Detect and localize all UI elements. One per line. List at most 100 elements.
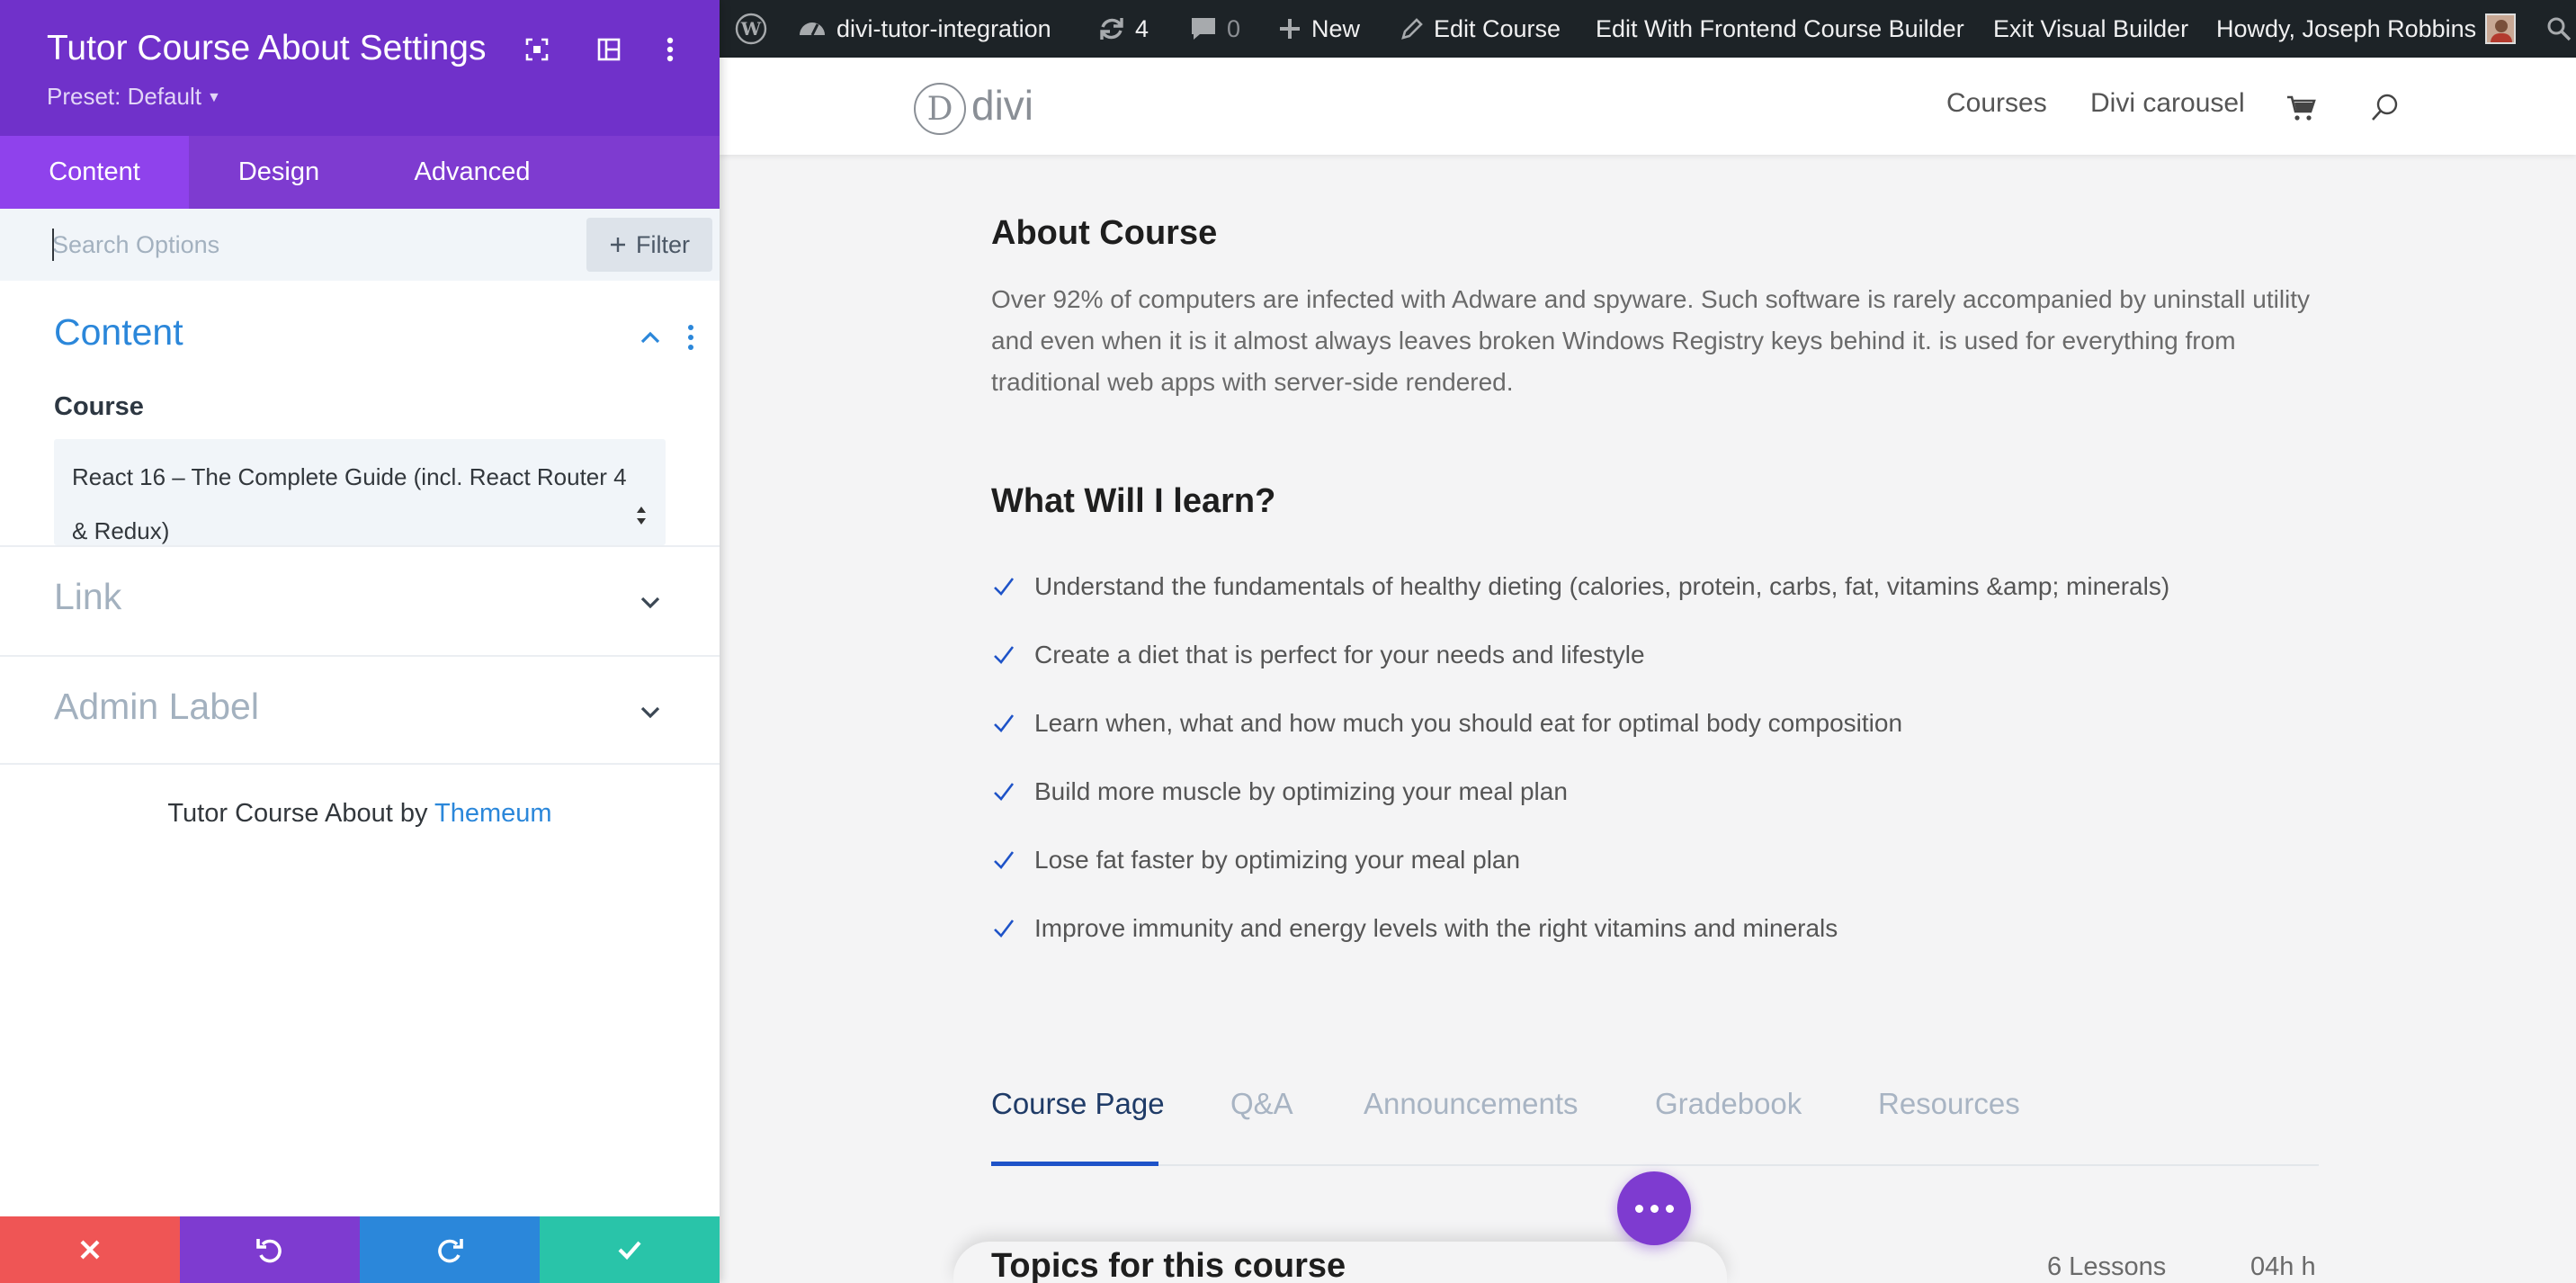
refresh-icon bbox=[1100, 18, 1123, 40]
chevron-down-icon[interactable] bbox=[635, 696, 666, 727]
redo-button[interactable] bbox=[360, 1216, 540, 1283]
course-field-label: Course bbox=[54, 392, 144, 421]
check-icon bbox=[994, 783, 1015, 801]
list-item: Improve immunity and energy levels with … bbox=[991, 914, 1838, 943]
check-icon bbox=[994, 578, 1015, 596]
divider bbox=[0, 655, 720, 657]
preset-label: Preset: Default bbox=[47, 83, 201, 110]
site-name: divi-tutor-integration bbox=[836, 14, 1051, 42]
edit-course-link[interactable]: Edit Course bbox=[1400, 0, 1561, 58]
divider bbox=[0, 763, 720, 765]
wp-admin-bar: W divi-tutor-integration 4 0 New Edit Co… bbox=[720, 0, 2576, 58]
section-admin-label-title[interactable]: Admin Label bbox=[54, 686, 259, 728]
chevron-up-icon[interactable] bbox=[635, 322, 666, 353]
comments-count: 0 bbox=[1227, 14, 1241, 42]
pencil-icon bbox=[1401, 18, 1423, 40]
panel-header: Tutor Course About Settings Preset: Defa… bbox=[0, 0, 720, 136]
credit-link[interactable]: Themeum bbox=[434, 799, 552, 828]
updates-count: 4 bbox=[1135, 14, 1149, 42]
check-icon bbox=[994, 646, 1015, 664]
about-course-text: Over 92% of computers are infected with … bbox=[991, 285, 2311, 396]
learn-item-text: Create a diet that is perfect for your n… bbox=[1034, 641, 1645, 668]
active-tab-indicator bbox=[991, 1162, 1158, 1166]
section-content-title[interactable]: Content bbox=[54, 311, 183, 354]
plus-icon bbox=[1280, 19, 1300, 39]
module-settings-panel: Tutor Course About Settings Preset: Defa… bbox=[0, 0, 720, 1283]
site-logo-mark[interactable]: D bbox=[914, 83, 966, 135]
chevron-down-icon[interactable] bbox=[635, 587, 666, 617]
learn-item-text: Improve immunity and energy levels with … bbox=[1034, 914, 1838, 942]
save-button[interactable] bbox=[540, 1216, 720, 1283]
course-duration: 04h h bbox=[2250, 1252, 2316, 1281]
learn-item-text: Lose fat faster by optimizing your meal … bbox=[1034, 846, 1521, 874]
dot bbox=[1650, 1204, 1659, 1213]
filter-label: Filter bbox=[636, 230, 690, 258]
dashboard-icon bbox=[800, 22, 825, 36]
tab-content[interactable]: Content bbox=[0, 136, 189, 209]
tab-announcements[interactable]: Announcements bbox=[1364, 1087, 1579, 1121]
dot bbox=[1665, 1204, 1674, 1213]
cart-icon[interactable] bbox=[2285, 92, 2317, 124]
topics-heading: Topics for this course bbox=[991, 1247, 1346, 1283]
list-item: Build more muscle by optimizing your mea… bbox=[991, 777, 1568, 806]
focus-icon[interactable] bbox=[522, 34, 552, 65]
credit-text: Tutor Course About by bbox=[167, 799, 428, 828]
updates-link[interactable]: 4 bbox=[1097, 0, 1149, 58]
list-item: Learn when, what and how much you should… bbox=[991, 709, 1902, 738]
exit-builder-label: Exit Visual Builder bbox=[1993, 14, 2189, 42]
tab-advanced[interactable]: Advanced bbox=[369, 136, 576, 209]
lessons-count: 6 Lessons bbox=[2047, 1252, 2167, 1281]
about-course-heading: About Course bbox=[991, 214, 1218, 252]
what-will-i-learn-heading: What Will I learn? bbox=[991, 482, 1276, 520]
split-view-icon[interactable] bbox=[594, 34, 624, 65]
check-icon bbox=[994, 714, 1015, 732]
course-select[interactable]: React 16 – The Complete Guide (incl. Rea… bbox=[54, 439, 666, 545]
list-item: Create a diet that is perfect for your n… bbox=[991, 641, 1645, 669]
builder-settings-button[interactable] bbox=[1617, 1171, 1691, 1245]
check-icon bbox=[994, 920, 1015, 938]
text-cursor bbox=[52, 229, 54, 261]
nav-courses[interactable]: Courses bbox=[1946, 88, 2047, 119]
new-content-link[interactable]: New bbox=[1277, 0, 1360, 58]
search-input[interactable] bbox=[52, 227, 574, 263]
filter-button[interactable]: Filter bbox=[586, 218, 712, 272]
undo-icon bbox=[256, 1239, 282, 1263]
section-link-title[interactable]: Link bbox=[54, 576, 121, 618]
tabs-divider bbox=[991, 1164, 2319, 1166]
learn-item-text: Understand the fundamentals of healthy d… bbox=[1034, 572, 2170, 600]
tab-gradebook[interactable]: Gradebook bbox=[1655, 1087, 1802, 1121]
site-header: D divi Courses Divi carousel bbox=[720, 58, 2576, 155]
tab-design[interactable]: Design bbox=[189, 136, 369, 209]
caret-down-icon: ▼ bbox=[206, 90, 221, 105]
search-icon[interactable] bbox=[2369, 92, 2402, 124]
dot bbox=[1634, 1204, 1643, 1213]
learn-item-text: Learn when, what and how much you should… bbox=[1034, 709, 1903, 737]
preset-dropdown[interactable]: Preset: Default ▼ bbox=[47, 83, 221, 111]
close-icon bbox=[80, 1240, 100, 1260]
avatar bbox=[2485, 13, 2517, 44]
redo-icon bbox=[438, 1239, 463, 1263]
tab-resources[interactable]: Resources bbox=[1878, 1087, 2020, 1121]
howdy-label: Howdy, Joseph Robbins bbox=[2216, 14, 2477, 42]
edit-frontend-builder-link[interactable]: Edit With Frontend Course Builder bbox=[1596, 0, 1964, 58]
comment-icon bbox=[1192, 18, 1215, 40]
exit-visual-builder-link[interactable]: Exit Visual Builder bbox=[1993, 0, 2188, 58]
site-name-link[interactable]: divi-tutor-integration bbox=[797, 0, 1051, 58]
comments-link[interactable]: 0 bbox=[1189, 0, 1240, 58]
user-account-menu[interactable]: Howdy, Joseph Robbins bbox=[2216, 0, 2517, 58]
course-select-value: React 16 – The Complete Guide (incl. Rea… bbox=[72, 463, 627, 544]
undo-button[interactable] bbox=[180, 1216, 360, 1283]
wordpress-logo-icon[interactable]: W bbox=[734, 0, 768, 58]
section-options-icon[interactable] bbox=[682, 322, 700, 353]
cancel-button[interactable] bbox=[0, 1216, 180, 1283]
search-icon[interactable] bbox=[2545, 0, 2572, 58]
more-vertical-icon[interactable] bbox=[655, 34, 685, 65]
svg-text:W: W bbox=[740, 18, 762, 40]
nav-divi-carousel[interactable]: Divi carousel bbox=[2090, 88, 2245, 119]
site-logo-text[interactable]: divi bbox=[971, 81, 1033, 130]
tab-qa[interactable]: Q&A bbox=[1230, 1087, 1293, 1121]
check-icon bbox=[618, 1241, 641, 1261]
tab-course-page[interactable]: Course Page bbox=[991, 1087, 1165, 1121]
new-label: New bbox=[1311, 14, 1361, 42]
edit-frontend-label: Edit With Frontend Course Builder bbox=[1596, 14, 1964, 42]
